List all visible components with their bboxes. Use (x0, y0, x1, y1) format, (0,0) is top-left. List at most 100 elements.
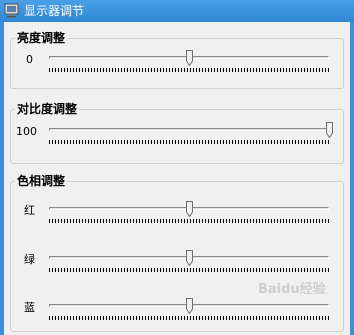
tick-mark (91, 140, 92, 144)
tick-mark (298, 316, 299, 320)
tick-mark (241, 268, 242, 272)
tick-mark (151, 68, 152, 72)
tick-mark (208, 68, 209, 72)
tick-mark (55, 140, 56, 144)
tick-mark (223, 68, 224, 72)
tick-mark (106, 219, 107, 223)
tick-mark (241, 68, 242, 72)
tick-mark (64, 316, 65, 320)
contrast-slider[interactable] (49, 122, 333, 145)
green-slider[interactable] (49, 250, 329, 273)
brightness-slider[interactable] (49, 50, 329, 73)
tick-mark (100, 140, 101, 144)
tick-mark (313, 268, 314, 272)
tick-mark (298, 268, 299, 272)
tick-mark (133, 68, 134, 72)
slider-ticks (49, 268, 329, 272)
blue-slider[interactable] (49, 298, 329, 321)
tick-mark (214, 68, 215, 72)
tick-mark (49, 316, 50, 320)
tick-mark (253, 68, 254, 72)
tick-mark (160, 140, 161, 144)
slider-thumb[interactable] (186, 50, 193, 66)
tick-mark (253, 316, 254, 320)
tick-mark (325, 219, 326, 223)
tick-mark (235, 316, 236, 320)
tick-mark (79, 316, 80, 320)
tick-mark (88, 140, 89, 144)
tick-mark (109, 219, 110, 223)
tick-mark (52, 68, 53, 72)
tick-mark (328, 219, 329, 223)
tick-mark (304, 68, 305, 72)
tick-mark (112, 219, 113, 223)
tick-mark (277, 268, 278, 272)
tick-mark (52, 140, 53, 144)
tick-mark (205, 219, 206, 223)
tick-mark (55, 268, 56, 272)
slider-thumb[interactable] (326, 122, 333, 138)
tick-mark (211, 140, 212, 144)
tick-mark (295, 316, 296, 320)
window-title: 显示器调节 (24, 4, 85, 18)
tick-mark (79, 140, 80, 144)
tick-mark (115, 140, 116, 144)
tick-mark (202, 268, 203, 272)
slider-thumb[interactable] (186, 298, 193, 314)
tick-mark (223, 219, 224, 223)
tick-mark (124, 268, 125, 272)
tick-mark (91, 268, 92, 272)
tick-mark (130, 140, 131, 144)
tick-mark (256, 316, 257, 320)
slider-thumb[interactable] (186, 201, 193, 217)
tick-mark (256, 219, 257, 223)
tick-mark (250, 219, 251, 223)
tick-mark (184, 140, 185, 144)
title-bar[interactable]: 显示器调节 (0, 0, 354, 22)
tick-mark (58, 68, 59, 72)
tick-mark (148, 140, 149, 144)
tick-mark (178, 316, 179, 320)
tick-mark (229, 316, 230, 320)
tick-mark (154, 68, 155, 72)
tick-mark (88, 316, 89, 320)
tick-mark (187, 268, 188, 272)
tick-mark (55, 219, 56, 223)
tick-mark (202, 316, 203, 320)
tick-mark (73, 140, 74, 144)
tick-mark (160, 68, 161, 72)
tick-mark (274, 316, 275, 320)
tick-mark (172, 68, 173, 72)
tick-mark (325, 68, 326, 72)
tick-mark (307, 316, 308, 320)
tick-mark (211, 316, 212, 320)
tick-mark (154, 140, 155, 144)
tick-mark (121, 316, 122, 320)
tick-mark (76, 219, 77, 223)
red-slider[interactable] (49, 201, 329, 224)
tick-mark (268, 68, 269, 72)
tick-mark (193, 219, 194, 223)
tick-mark (163, 219, 164, 223)
tick-mark (169, 219, 170, 223)
tick-mark (283, 68, 284, 72)
tick-mark (181, 68, 182, 72)
tick-mark (226, 268, 227, 272)
slider-thumb[interactable] (186, 250, 193, 266)
tick-mark (301, 316, 302, 320)
tick-mark (61, 316, 62, 320)
tick-mark (85, 68, 86, 72)
tick-mark (79, 68, 80, 72)
tick-mark (193, 268, 194, 272)
tick-mark (190, 316, 191, 320)
tick-mark (85, 219, 86, 223)
tick-mark (319, 68, 320, 72)
tick-mark (172, 140, 173, 144)
tick-mark (319, 316, 320, 320)
tick-mark (322, 140, 323, 144)
tick-mark (67, 219, 68, 223)
tick-mark (181, 219, 182, 223)
tick-mark (304, 219, 305, 223)
tick-mark (160, 268, 161, 272)
tick-mark (79, 219, 80, 223)
